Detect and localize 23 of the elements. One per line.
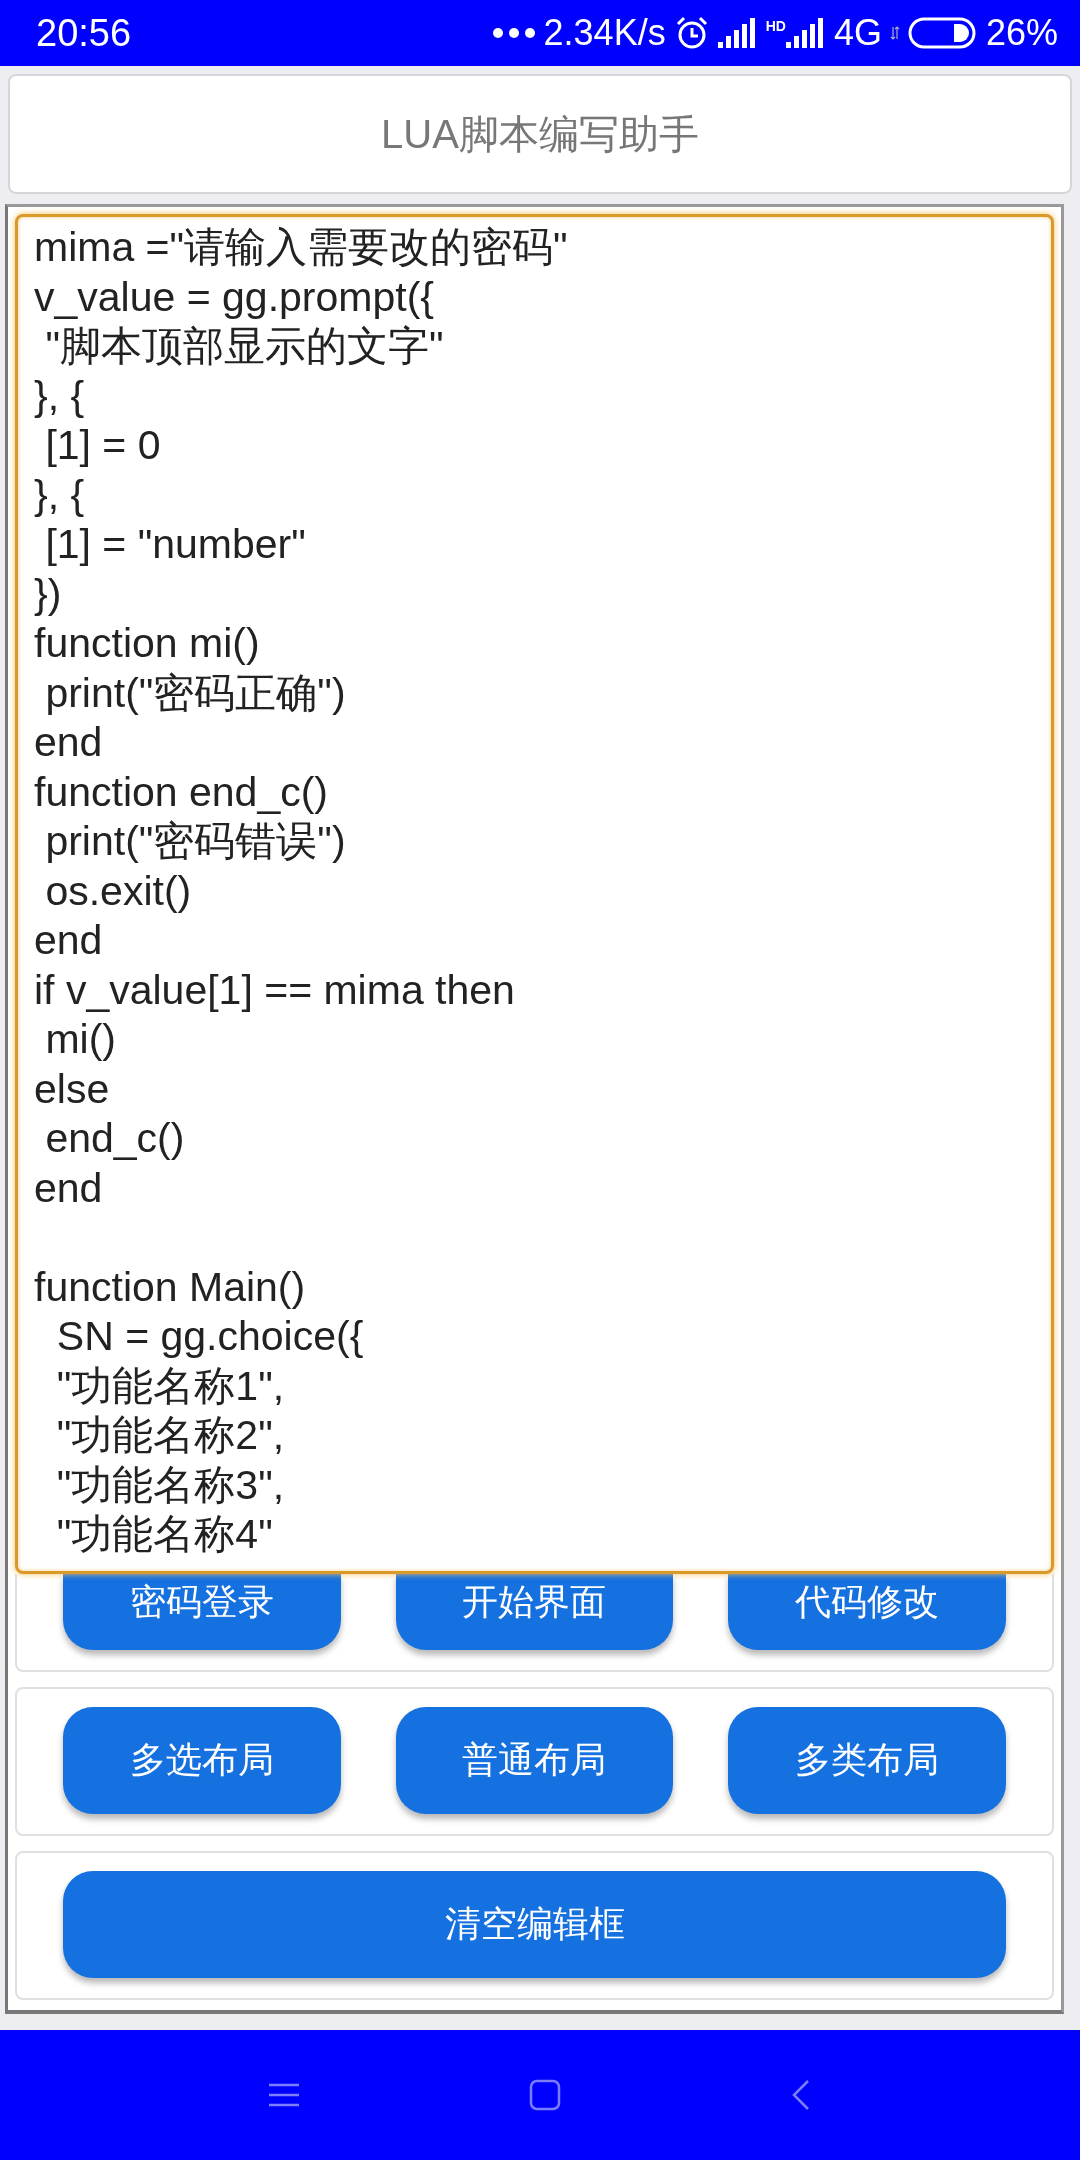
app-title: LUA脚本编写助手: [381, 110, 699, 158]
action-button[interactable]: 开始界面: [395, 1574, 674, 1650]
action-button[interactable]: 清空编辑框: [63, 1871, 1006, 1978]
action-button[interactable]: 普通布局: [395, 1707, 674, 1814]
more-icon: [491, 27, 536, 39]
back-icon[interactable]: [791, 2079, 811, 2111]
network-speed: 2.34K/s: [543, 12, 666, 54]
hd-label: HD: [765, 18, 786, 34]
action-button[interactable]: 密码登录: [63, 1574, 341, 1650]
signal-icon: [717, 18, 758, 48]
home-icon[interactable]: [529, 2079, 561, 2111]
code-text: mima ="请输入需要改的密码" v_value = gg.prompt({ "脚本顶部显示的文字" }, { [1] = 0 }, { [1] = "number" }) function mi() print("密码正确") end function end_c() print("密码错误") os.exit() end if v_value[1] == mima then mi() else end_c() end function Main() SN = gg.choice({ "功能名称1", "功能名称2", "功能名称3", "功能名称4": [34, 223, 569, 1559]
action-button[interactable]: 多类布局: [728, 1707, 1006, 1814]
network-type: 4G: [833, 12, 882, 54]
menu-icon[interactable]: [269, 2083, 299, 2107]
action-button[interactable]: 多选布局: [63, 1707, 341, 1814]
data-arrows-icon: [889, 25, 900, 41]
signal-icon: [785, 18, 826, 48]
battery-percent: 26%: [985, 12, 1058, 54]
code-editor[interactable]: [15, 214, 1054, 1574]
battery-icon: [907, 17, 978, 49]
clock: 20:56: [36, 11, 132, 55]
action-button[interactable]: 代码修改: [728, 1574, 1006, 1650]
